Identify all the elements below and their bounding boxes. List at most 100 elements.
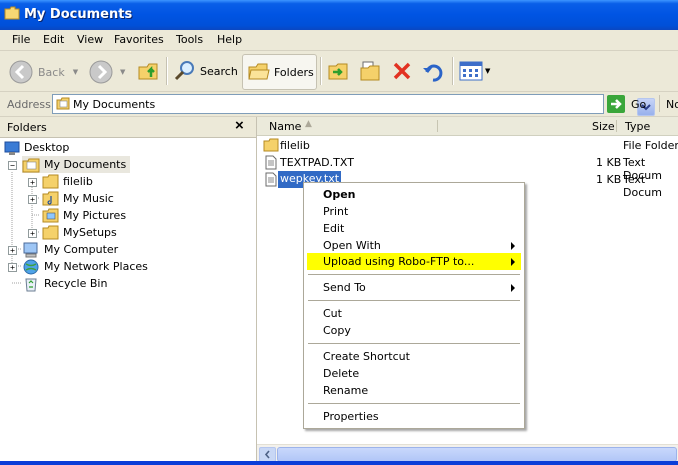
scroll-thumb[interactable] xyxy=(277,447,677,462)
column-header-size[interactable]: Size xyxy=(592,120,615,133)
tree-item-label: My Documents xyxy=(44,158,127,171)
forward-dropdown-icon[interactable]: ▼ xyxy=(120,68,125,76)
scroll-left-button[interactable] xyxy=(259,447,276,462)
menu-item-label: Open With xyxy=(323,239,381,252)
folders-button[interactable]: Folders xyxy=(242,54,317,90)
file-name: TEXTPAD.TXT xyxy=(280,156,354,169)
forward-arrow-icon xyxy=(89,60,113,84)
move-to-button[interactable] xyxy=(327,60,349,82)
menu-item-copy[interactable]: Copy xyxy=(307,322,521,339)
links-label[interactable]: No xyxy=(666,98,678,111)
close-icon[interactable]: × xyxy=(235,117,244,134)
delete-button[interactable] xyxy=(391,60,413,82)
expand-icon[interactable]: + xyxy=(8,246,17,255)
collapse-icon[interactable]: − xyxy=(8,161,17,170)
menu-separator xyxy=(308,300,520,301)
expand-icon[interactable]: + xyxy=(28,229,37,238)
copy-to-button[interactable] xyxy=(359,60,381,82)
menu-help[interactable]: Help xyxy=(217,33,242,46)
go-button[interactable]: Go xyxy=(607,95,646,113)
column-header-name[interactable]: Name xyxy=(269,120,301,133)
menu-item-label: Send To xyxy=(323,281,366,294)
views-button[interactable]: ▼ xyxy=(459,60,490,82)
toolbar-separator xyxy=(452,57,454,85)
tree-item-recycle-bin[interactable]: Recycle Bin xyxy=(22,275,107,292)
tree-item-my-network-places[interactable]: My Network Places xyxy=(22,258,148,275)
menu-separator xyxy=(308,274,520,275)
tree-item-my-documents[interactable]: My Documents xyxy=(22,156,131,173)
up-folder-button[interactable] xyxy=(137,59,161,83)
expand-icon[interactable]: + xyxy=(28,178,37,187)
address-input[interactable]: My Documents xyxy=(52,94,655,116)
menu-item-edit[interactable]: Edit xyxy=(307,220,521,237)
sort-ascending-icon: ▲ xyxy=(305,119,312,129)
folders-pane-header: Folders × xyxy=(0,117,256,138)
text-file-icon xyxy=(265,155,277,170)
file-size: 1 KB xyxy=(596,173,622,186)
folder-icon xyxy=(42,225,59,240)
column-header-type[interactable]: Type xyxy=(625,120,650,133)
toolbar-separator xyxy=(320,57,322,85)
menu-item-label: Print xyxy=(323,205,349,218)
menu-tools[interactable]: Tools xyxy=(176,33,203,46)
folders-label: Folders xyxy=(274,65,314,79)
menu-item-properties[interactable]: Properties xyxy=(307,408,521,425)
toolbar: Back ▼ ▼ Search Folders ▼ xyxy=(0,51,678,92)
table-row[interactable]: filelib File Folder xyxy=(263,137,678,154)
tree-item-filelib[interactable]: filelib xyxy=(42,173,93,190)
horizontal-scrollbar[interactable] xyxy=(257,444,678,462)
expand-icon[interactable]: + xyxy=(8,263,17,272)
views-dropdown-icon[interactable]: ▼ xyxy=(485,67,490,75)
menu-item-upload-robo-ftp[interactable]: Upload using Robo-FTP to... xyxy=(307,253,521,270)
menu-item-label: Cut xyxy=(323,307,342,320)
tree-item-my-computer[interactable]: My Computer xyxy=(22,241,118,258)
menu-item-label: Open xyxy=(323,188,356,201)
my-documents-icon xyxy=(56,97,70,110)
tree-item-desktop[interactable]: Desktop xyxy=(4,139,69,156)
menu-item-rename[interactable]: Rename xyxy=(307,382,521,399)
go-arrow-icon xyxy=(607,95,625,113)
menu-item-open[interactable]: Open xyxy=(307,186,521,203)
search-button[interactable]: Search xyxy=(173,59,238,83)
tree-item-my-music[interactable]: My Music xyxy=(42,190,114,207)
menu-favorites[interactable]: Favorites xyxy=(114,33,164,46)
forward-button[interactable]: ▼ xyxy=(88,59,125,85)
menu-item-print[interactable]: Print xyxy=(307,203,521,220)
column-divider[interactable] xyxy=(616,120,617,132)
menu-separator xyxy=(308,403,520,404)
back-button[interactable]: Back ▼ xyxy=(8,59,78,85)
menu-item-create-shortcut[interactable]: Create Shortcut xyxy=(307,348,521,365)
pictures-folder-icon xyxy=(42,208,59,223)
undo-button[interactable] xyxy=(422,60,444,82)
expand-icon[interactable]: + xyxy=(28,195,37,204)
tree-item-mysetups[interactable]: MySetups xyxy=(42,224,117,241)
menu-item-delete[interactable]: Delete xyxy=(307,365,521,382)
tree-item-label: Recycle Bin xyxy=(44,277,108,290)
menu-file[interactable]: File xyxy=(12,33,30,46)
toolbar-separator xyxy=(166,57,168,85)
submenu-arrow-icon xyxy=(511,258,515,266)
table-row[interactable]: TEXTPAD.TXT 1 KB Text Docum xyxy=(263,154,678,182)
tree-item-my-pictures[interactable]: My Pictures xyxy=(42,207,126,224)
tree-item-label: MySetups xyxy=(63,226,117,239)
go-label: Go xyxy=(631,97,647,111)
menu-item-label: Create Shortcut xyxy=(323,350,410,363)
menu-item-label: Edit xyxy=(323,222,345,235)
menu-item-send-to[interactable]: Send To xyxy=(307,279,521,296)
file-name: filelib xyxy=(280,139,310,152)
folder-icon xyxy=(4,6,20,20)
menu-view[interactable]: View xyxy=(77,33,103,46)
computer-icon xyxy=(23,242,38,257)
folders-pane-title: Folders xyxy=(7,121,47,134)
copy-to-icon xyxy=(360,61,380,81)
menu-edit[interactable]: Edit xyxy=(43,33,64,46)
file-type: Text Docum xyxy=(623,173,662,199)
undo-icon xyxy=(423,64,443,82)
menu-item-cut[interactable]: Cut xyxy=(307,305,521,322)
title-bar[interactable]: My Documents xyxy=(0,0,678,30)
column-divider[interactable] xyxy=(437,120,438,132)
folders-pane: Folders × Desktop − My Documents + filel… xyxy=(0,117,257,465)
menu-item-open-with[interactable]: Open With xyxy=(307,237,521,254)
network-globe-icon xyxy=(23,259,39,274)
back-dropdown-icon[interactable]: ▼ xyxy=(73,68,78,76)
